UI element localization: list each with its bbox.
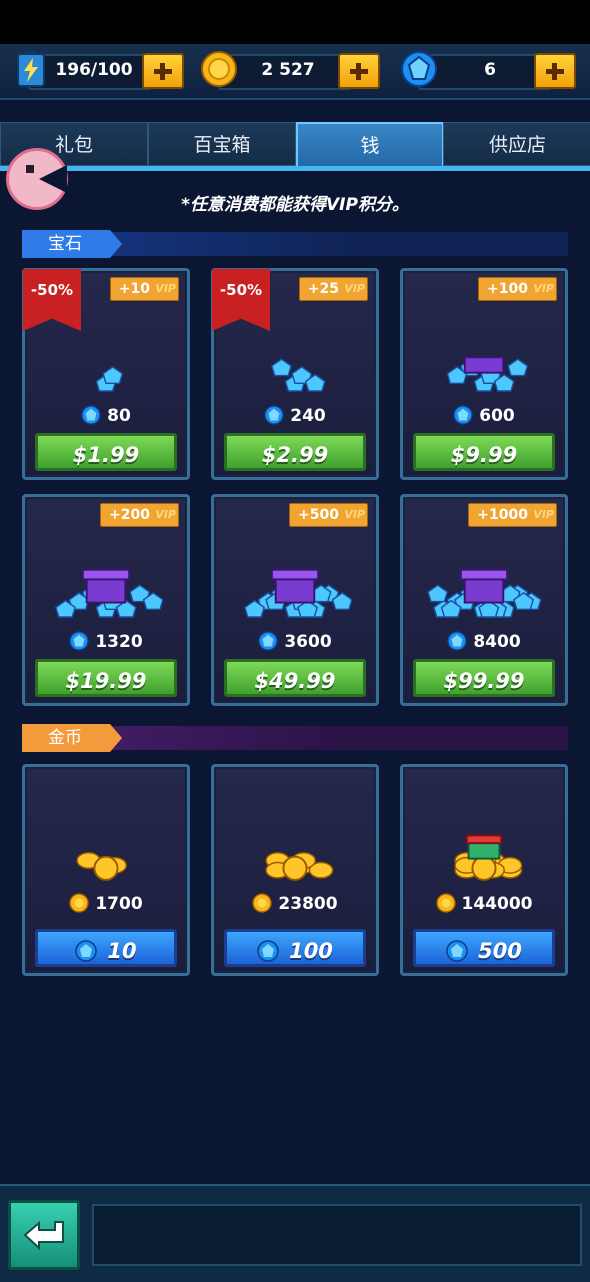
buy-coins-button[interactable]: 10 xyxy=(35,929,177,967)
coin-pack-card[interactable]: 23800 100 xyxy=(211,764,379,976)
gem-pile-icon xyxy=(95,366,124,392)
buy-gems-button[interactable]: $49.99 xyxy=(224,659,366,697)
blue-gem-icon xyxy=(75,940,98,962)
buy-coins-button[interactable]: 100 xyxy=(224,929,366,967)
shop-tabs: 礼包 百宝箱 钱 供应店 xyxy=(0,122,590,168)
vip-points-badge: +10 VIP xyxy=(109,277,179,301)
buy-gems-button[interactable]: $19.99 xyxy=(35,659,177,697)
blue-gem-icon xyxy=(257,940,279,962)
gem-amount: 3600 xyxy=(214,631,376,652)
coin-section-header: 金币 xyxy=(22,724,568,752)
vip-points-badge: +200 VIP xyxy=(100,503,179,527)
buy-gems-button[interactable]: $9.99 xyxy=(413,433,555,471)
blue-gem-icon xyxy=(446,940,468,962)
coin-pile-icon xyxy=(265,852,334,881)
add-gems-button[interactable] xyxy=(534,53,576,89)
blue-gem-icon xyxy=(447,631,468,651)
tab-supply-store[interactable]: 供应店 xyxy=(443,122,590,166)
add-coins-button[interactable] xyxy=(338,53,380,89)
gem-pack-card[interactable]: +10 VIP -50% 80 $1.99 xyxy=(22,268,190,480)
gold-coin-icon xyxy=(435,893,456,913)
buy-gems-button[interactable]: $99.99 xyxy=(413,659,555,697)
gem-pile-icon xyxy=(271,358,326,392)
gem-pack-card[interactable]: +500 VIP 3600 $49.99 xyxy=(211,494,379,706)
back-button[interactable] xyxy=(8,1200,80,1270)
vip-points-badge: +100 VIP xyxy=(478,277,557,301)
blue-gem-icon xyxy=(453,405,474,425)
coin-pack-card[interactable]: 1700 10 xyxy=(22,764,190,976)
coin-counter: 2 527 xyxy=(200,50,380,90)
energy-counter: 196/100 xyxy=(12,50,188,90)
gold-coin-icon xyxy=(201,51,237,87)
gem-amount: 1320 xyxy=(25,631,187,652)
gem-pile-icon xyxy=(55,568,164,618)
status-bar xyxy=(0,0,590,44)
coin-section-title: 金币 xyxy=(22,724,122,752)
coin-pile-icon xyxy=(76,852,127,881)
gem-amount: 8400 xyxy=(403,631,565,652)
lightning-battery-icon xyxy=(17,51,45,87)
buy-gems-button[interactable]: $1.99 xyxy=(35,433,177,471)
back-arrow-icon xyxy=(23,1220,64,1251)
coin-amount: 144000 xyxy=(403,893,565,914)
gem-section-title: 宝石 xyxy=(22,230,122,258)
gold-coin-icon xyxy=(252,893,273,913)
buy-coins-button[interactable]: 500 xyxy=(413,929,555,967)
vip-note: *任意消费都能获得VIP积分。 xyxy=(181,195,409,215)
gem-value: 6 xyxy=(484,60,496,80)
gem-section-header: 宝石 xyxy=(22,230,568,258)
vip-points-badge: +1000 VIP xyxy=(468,503,557,527)
coin-pack-card[interactable]: 144000 500 xyxy=(400,764,568,976)
gem-amount: 600 xyxy=(403,405,565,426)
bottom-rail xyxy=(92,1204,582,1266)
vip-points-badge: +25 VIP xyxy=(298,277,368,301)
add-energy-button[interactable] xyxy=(142,53,184,89)
tab-underline xyxy=(0,166,590,171)
tab-money[interactable]: 钱 xyxy=(296,122,444,168)
gem-counter: 6 xyxy=(400,50,580,90)
gem-pile-icon xyxy=(427,568,542,618)
coin-value: 2 527 xyxy=(261,60,315,80)
coin-pile-icon xyxy=(454,834,523,881)
buy-gems-button[interactable]: $2.99 xyxy=(224,433,366,471)
blue-gem-icon xyxy=(81,405,101,425)
gem-pack-card[interactable]: +25 VIP -50% 240 $2.99 xyxy=(211,268,379,480)
energy-value: 196/100 xyxy=(55,60,133,80)
gem-pack-card[interactable]: +1000 VIP 8400 $99.99 xyxy=(400,494,568,706)
gem-pack-card[interactable]: +200 VIP 1320 $19.99 xyxy=(22,494,190,706)
gold-coin-icon xyxy=(69,893,90,913)
blue-gem-icon xyxy=(258,631,279,651)
gem-pile-icon xyxy=(244,568,353,618)
coin-amount: 1700 xyxy=(25,893,187,914)
vip-points-badge: +500 VIP xyxy=(289,503,368,527)
gem-amount: 240 xyxy=(214,405,376,426)
gem-amount: 80 xyxy=(25,405,187,426)
blue-gem-icon xyxy=(69,631,90,651)
tab-treasure-chest[interactable]: 百宝箱 xyxy=(148,122,296,166)
gem-pile-icon xyxy=(446,356,529,392)
blue-gem-icon xyxy=(264,405,285,425)
coin-amount: 23800 xyxy=(214,893,376,914)
blue-gem-icon xyxy=(401,51,437,87)
resource-bar: 196/100 2 527 6 xyxy=(0,44,590,100)
gem-pack-card[interactable]: +100 VIP 600 $9.99 xyxy=(400,268,568,480)
